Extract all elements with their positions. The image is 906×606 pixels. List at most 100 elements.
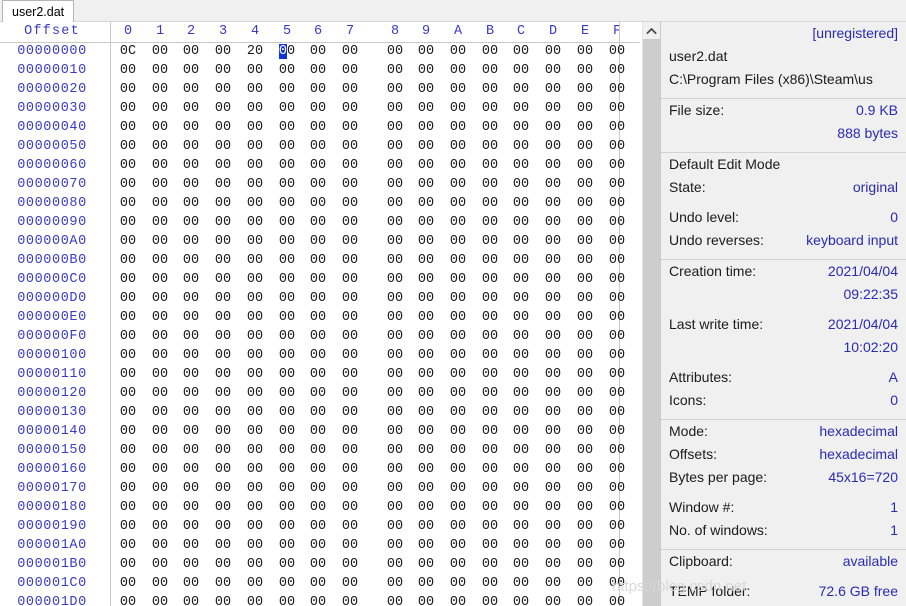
hex-nibble-high[interactable]: 0 <box>310 538 318 553</box>
hex-byte-cell[interactable]: 00 <box>574 120 596 135</box>
hex-nibble-low[interactable]: 0 <box>223 101 231 116</box>
hex-nibble-low[interactable]: 0 <box>585 272 593 287</box>
hex-nibble-low[interactable]: 0 <box>128 443 136 458</box>
hex-nibble-low[interactable]: 0 <box>426 538 434 553</box>
hex-nibble-low[interactable]: 0 <box>318 101 326 116</box>
hex-byte-cell[interactable]: 00 <box>415 500 437 515</box>
hex-nibble-low[interactable]: 0 <box>160 424 168 439</box>
hex-nibble-high[interactable]: 0 <box>545 329 553 344</box>
hex-nibble-high[interactable]: 0 <box>183 101 191 116</box>
hex-byte-cell[interactable]: 00 <box>384 215 406 230</box>
hex-byte-cell[interactable]: 00 <box>606 405 628 420</box>
hex-byte-cell[interactable]: 00 <box>542 196 564 211</box>
hex-nibble-low[interactable]: 0 <box>223 367 231 382</box>
hex-byte-cell[interactable]: 00 <box>606 576 628 591</box>
hex-byte-cell[interactable]: 00 <box>244 424 266 439</box>
hex-nibble-high[interactable]: 0 <box>577 120 585 135</box>
hex-nibble-low[interactable]: 0 <box>395 158 403 173</box>
hex-nibble-low[interactable]: 0 <box>617 234 625 249</box>
hex-byte-cell[interactable]: 00 <box>574 500 596 515</box>
hex-nibble-high[interactable]: 0 <box>342 158 350 173</box>
hex-nibble-high[interactable]: 0 <box>279 234 287 249</box>
hex-byte-cell[interactable]: 00 <box>542 139 564 154</box>
hex-byte-cell[interactable]: 00 <box>276 120 298 135</box>
hex-nibble-low[interactable]: 0 <box>458 348 466 363</box>
hex-byte-cell[interactable]: 00 <box>542 158 564 173</box>
hex-nibble-high[interactable]: 0 <box>183 329 191 344</box>
hex-nibble-high[interactable]: 0 <box>418 139 426 154</box>
hex-nibble-low[interactable]: 0 <box>395 139 403 154</box>
hex-nibble-high[interactable]: 0 <box>342 519 350 534</box>
hex-nibble-high[interactable]: 0 <box>310 519 318 534</box>
hex-nibble-low[interactable]: 0 <box>490 329 498 344</box>
hex-byte-cell[interactable]: 00 <box>276 462 298 477</box>
hex-nibble-high[interactable]: 0 <box>342 310 350 325</box>
hex-nibble-low[interactable]: 0 <box>426 348 434 363</box>
hex-nibble-low[interactable]: 0 <box>287 139 295 154</box>
hex-byte-cell[interactable]: 00 <box>149 177 171 192</box>
hex-nibble-high[interactable]: 0 <box>387 538 395 553</box>
hex-byte-cell[interactable]: 00 <box>180 538 202 553</box>
hex-nibble-low[interactable]: 0 <box>191 538 199 553</box>
hex-byte-cell[interactable]: 00 <box>510 63 532 78</box>
hex-nibble-high[interactable]: 0 <box>152 348 160 363</box>
hex-byte-cell[interactable]: 00 <box>117 443 139 458</box>
hex-nibble-low[interactable]: 0 <box>350 443 358 458</box>
hex-nibble-high[interactable]: 0 <box>545 234 553 249</box>
hex-nibble-high[interactable]: 0 <box>279 481 287 496</box>
hex-nibble-high[interactable]: 0 <box>609 500 617 515</box>
hex-byte-cell[interactable]: 00 <box>384 253 406 268</box>
hex-byte-cell[interactable]: 00 <box>447 500 469 515</box>
hex-nibble-low[interactable]: 0 <box>350 63 358 78</box>
hex-nibble-low[interactable]: 0 <box>521 367 529 382</box>
hex-nibble-low[interactable]: 0 <box>318 519 326 534</box>
hex-nibble-high[interactable]: 0 <box>450 481 458 496</box>
hex-byte-cell[interactable]: 00 <box>542 595 564 606</box>
hex-nibble-high[interactable]: 0 <box>609 215 617 230</box>
hex-nibble-high[interactable]: 0 <box>152 310 160 325</box>
hex-byte-cell[interactable]: 00 <box>479 44 501 59</box>
hex-nibble-low[interactable]: 0 <box>350 101 358 116</box>
hex-nibble-high[interactable]: 0 <box>215 63 223 78</box>
hex-byte-cell[interactable]: 00 <box>542 424 564 439</box>
hex-byte-cell[interactable]: 00 <box>149 253 171 268</box>
hex-nibble-high[interactable]: 0 <box>545 595 553 606</box>
hex-byte-cell[interactable]: 00 <box>244 272 266 287</box>
hex-nibble-high[interactable]: 0 <box>120 291 128 306</box>
hex-nibble-low[interactable]: 0 <box>223 310 231 325</box>
hex-row[interactable]: 000000B0 00 00 00 00 00 00 00 00 00 00 00 00 00 00 00 00 <box>0 252 640 271</box>
hex-nibble-high[interactable]: 0 <box>387 44 395 59</box>
hex-byte-cell[interactable]: 00 <box>606 538 628 553</box>
hex-nibble-low[interactable]: 0 <box>160 158 168 173</box>
hex-byte-cell[interactable]: 00 <box>479 158 501 173</box>
hex-nibble-low[interactable]: 0 <box>553 196 561 211</box>
hex-byte-cell[interactable]: 00 <box>542 44 564 59</box>
hex-nibble-high[interactable]: 0 <box>152 234 160 249</box>
hex-byte-cell[interactable]: 00 <box>307 120 329 135</box>
hex-byte-cell[interactable]: 00 <box>117 253 139 268</box>
hex-byte-cell[interactable]: 00 <box>149 234 171 249</box>
hex-byte-cell[interactable]: 00 <box>307 405 329 420</box>
hex-nibble-low[interactable]: 0 <box>490 462 498 477</box>
hex-nibble-high[interactable]: 0 <box>387 196 395 211</box>
hex-byte-cell[interactable]: 00 <box>307 82 329 97</box>
hex-byte-cell[interactable]: 00 <box>447 82 469 97</box>
hex-byte-cell[interactable]: 00 <box>574 196 596 211</box>
hex-nibble-low[interactable]: 0 <box>617 557 625 572</box>
hex-nibble-high[interactable]: 0 <box>513 405 521 420</box>
hex-nibble-high[interactable]: 0 <box>152 557 160 572</box>
hex-nibble-low[interactable]: 0 <box>458 291 466 306</box>
hex-nibble-high[interactable]: 0 <box>310 367 318 382</box>
hex-byte-cell[interactable]: 00 <box>339 234 361 249</box>
hex-nibble-low[interactable]: 0 <box>426 253 434 268</box>
hex-byte-cell[interactable]: 00 <box>149 538 171 553</box>
hex-byte-cell[interactable]: 00 <box>606 234 628 249</box>
hex-nibble-low[interactable]: 0 <box>350 367 358 382</box>
hex-nibble-high[interactable]: 0 <box>577 82 585 97</box>
hex-byte-cell[interactable]: 00 <box>447 386 469 401</box>
hex-nibble-high[interactable]: 0 <box>215 158 223 173</box>
hex-nibble-high[interactable]: 0 <box>279 443 287 458</box>
hex-nibble-high[interactable]: 0 <box>545 272 553 287</box>
hex-byte-cell[interactable]: 00 <box>574 576 596 591</box>
hex-nibble-low[interactable]: 0 <box>521 139 529 154</box>
